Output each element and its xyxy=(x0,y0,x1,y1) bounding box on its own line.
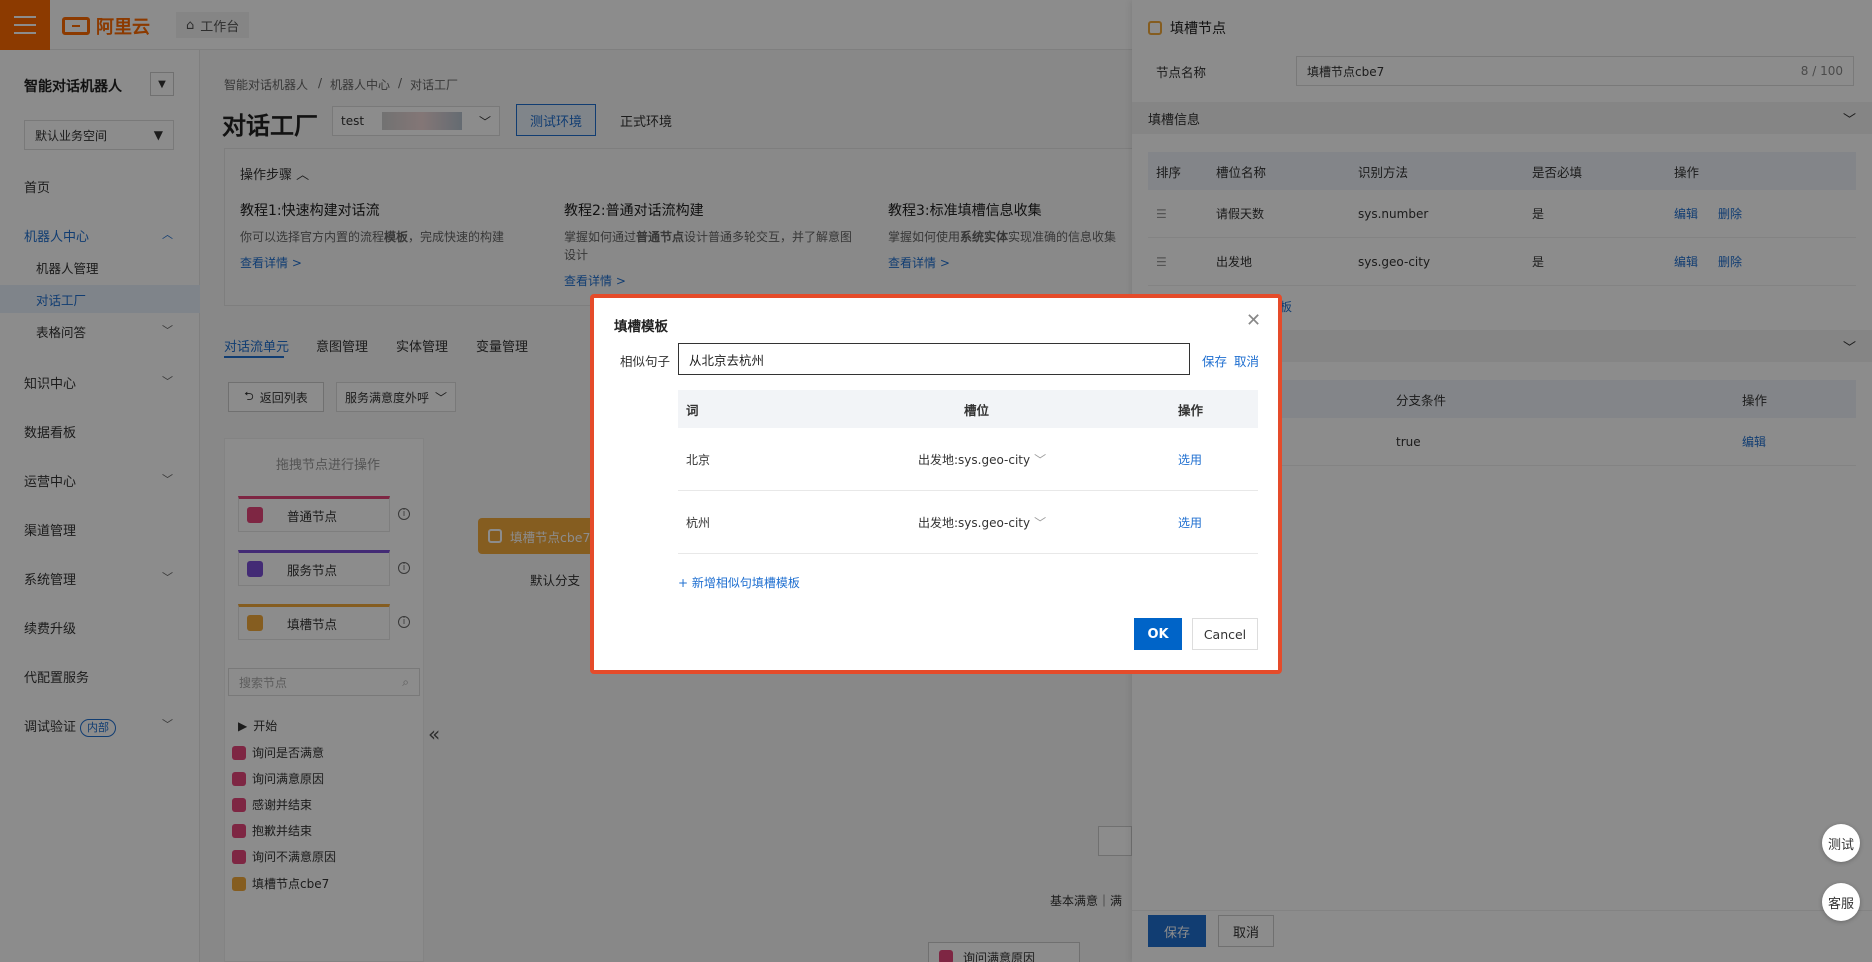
service-float-button[interactable]: 客服 xyxy=(1822,883,1860,921)
modal-cancel-button[interactable]: Cancel xyxy=(1192,618,1258,650)
select-link[interactable]: 选用 xyxy=(1178,428,1202,490)
slot-select[interactable]: 出发地:sys.geo-city ﹀ xyxy=(918,491,1046,553)
similar-sentence-input[interactable] xyxy=(678,343,1190,375)
col-word: 词 xyxy=(686,402,699,418)
similar-sentence-label: 相似句子 xyxy=(620,354,671,369)
word-cell: 杭州 xyxy=(686,515,711,530)
slot-select[interactable]: 出发地:sys.geo-city ﹀ xyxy=(918,428,1046,490)
template-table-header: 词 槽位 操作 xyxy=(678,390,1258,428)
test-float-button[interactable]: 测试 xyxy=(1822,824,1860,862)
ok-button[interactable]: OK xyxy=(1134,618,1182,650)
chevron-down-icon: ﹀ xyxy=(1034,452,1047,467)
slot-select-value: 出发地:sys.geo-city xyxy=(918,452,1031,467)
table-row: 北京 出发地:sys.geo-city ﹀ 选用 xyxy=(678,428,1258,491)
word-cell: 北京 xyxy=(686,452,711,467)
select-link[interactable]: 选用 xyxy=(1178,491,1202,553)
add-template-link[interactable]: + 新增相似句填槽模板 xyxy=(678,574,800,591)
col-slot: 槽位 xyxy=(964,402,990,418)
modal-title: 填槽模板 xyxy=(614,319,668,335)
chevron-down-icon: ﹀ xyxy=(1034,515,1047,530)
close-icon[interactable]: ✕ xyxy=(1246,310,1261,331)
inline-save-link[interactable]: 保存 xyxy=(1202,351,1227,370)
table-row: 杭州 出发地:sys.geo-city ﹀ 选用 xyxy=(678,491,1258,554)
slot-select-value: 出发地:sys.geo-city xyxy=(918,515,1031,530)
inline-cancel-link[interactable]: 取消 xyxy=(1234,351,1259,370)
col-action: 操作 xyxy=(1178,402,1204,418)
